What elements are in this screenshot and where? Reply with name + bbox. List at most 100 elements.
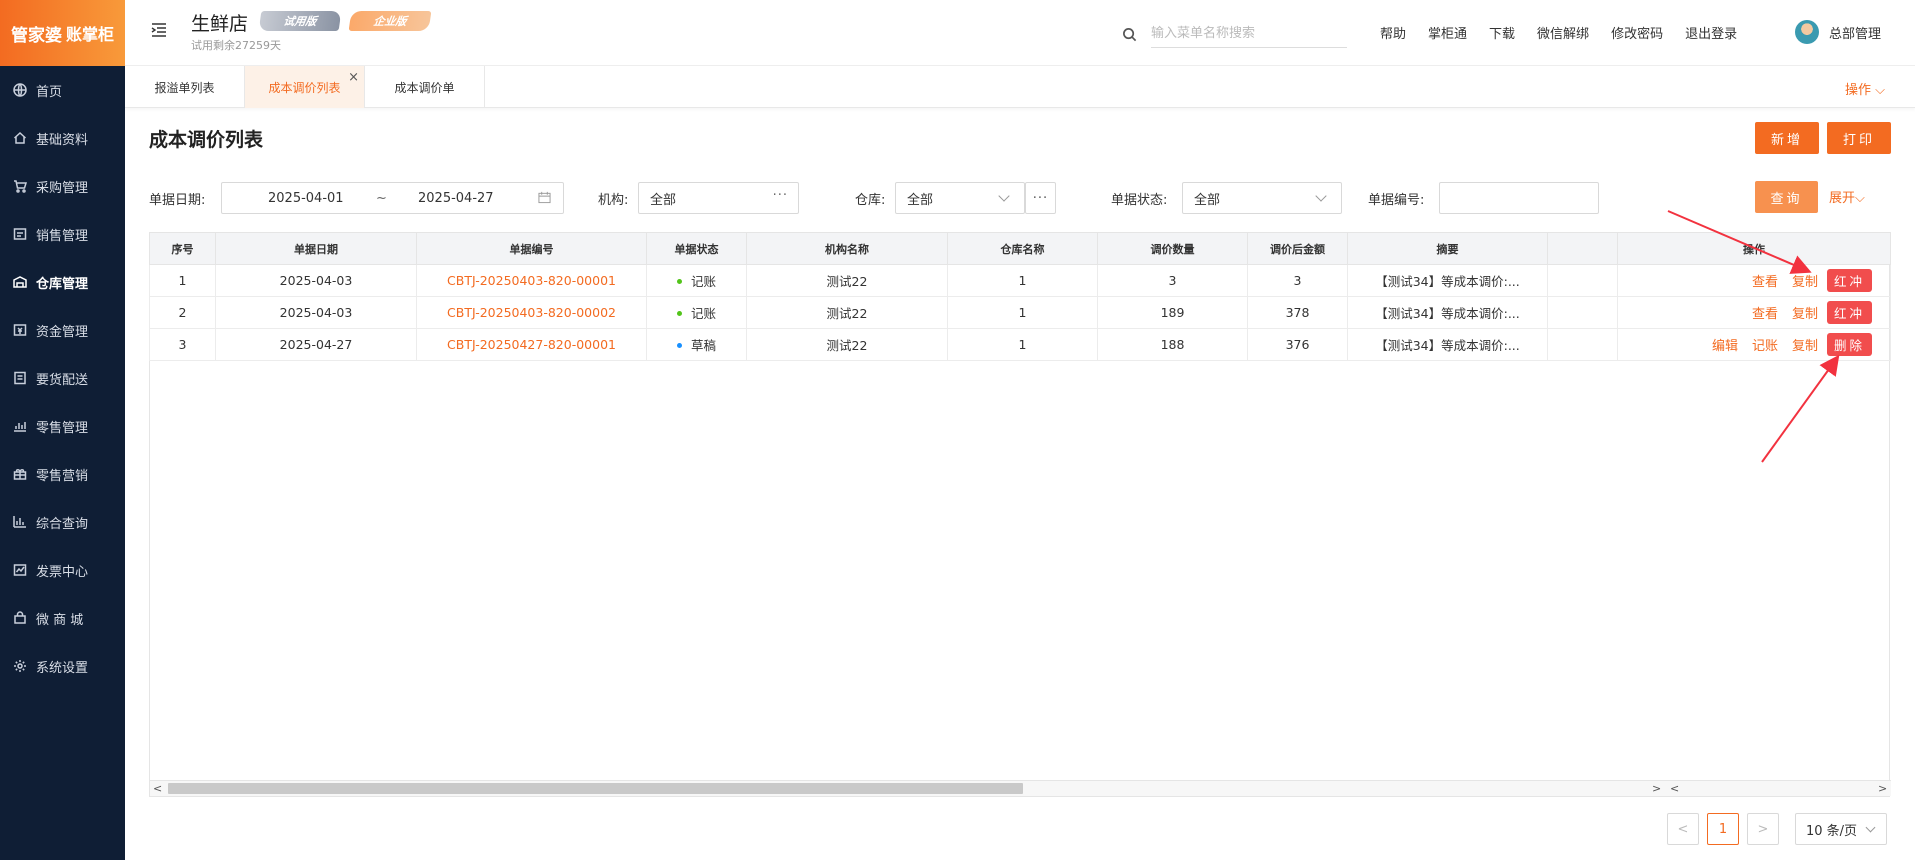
sidebar-item-1[interactable]: 基础资料 [0,114,125,162]
table-header: 序号 单据日期 单据编号 单据状态 机构名称 仓库名称 调价数量 调价后金额 摘要 操作 [149,232,1891,265]
more-icon: ··· [1032,190,1049,206]
sidebar-item-6[interactable]: 要货配送 [0,354,125,402]
query-button[interactable]: 查询 [1755,181,1818,213]
tab-cost-adjust-list[interactable]: 成本调价列表 × [245,66,365,108]
gear-icon [12,658,28,674]
scroll-right-icon[interactable]: > [1878,782,1887,795]
number-field[interactable] [1439,182,1599,214]
header-link-1[interactable]: 掌柜通 [1428,23,1467,42]
org-value: 全部 [650,192,677,208]
tab-cost-adjust-order[interactable]: 成本调价单 [365,66,485,108]
sidebar: 管家婆 账掌柜 首页 基础资料 采购管理 销售管理 仓库管理 资金管理 要货配送 零售管理 零售… [0,0,125,860]
sidebar-item-5[interactable]: 资金管理 [0,306,125,354]
avatar [1795,20,1819,44]
status-select[interactable]: 全部 [1182,182,1342,214]
cell-summary: 【测试34】等成本调价:... [1347,328,1548,361]
tab-overflow-list[interactable]: 报溢单列表 [125,66,245,108]
cell-date: 2025-04-03 [215,296,417,329]
prev-page-button[interactable]: < [1667,813,1699,845]
sidebar-item-label: 零售管理 [36,420,89,436]
warehouse-more-button[interactable]: ··· [1025,182,1056,214]
chevron-down-icon: ⌵ [1855,191,1865,206]
scroll-left-icon[interactable]: < [153,782,162,795]
print-button[interactable]: 打印 [1827,122,1891,154]
row-action-link[interactable]: 查看 [1752,307,1778,322]
sidebar-item-label: 微 商 城 [36,612,84,628]
sidebar-item-0[interactable]: 首页 [0,66,125,114]
cell-warehouse: 1 [947,328,1098,361]
header-link-5[interactable]: 退出登录 [1685,23,1737,42]
header-link-4[interactable]: 修改密码 [1611,23,1663,42]
row-red-reverse-button[interactable]: 红冲 [1826,301,1872,324]
column-header: 仓库名称 [947,232,1098,265]
row-action-link[interactable]: 复制 [1792,339,1818,354]
row-action-link[interactable]: 记账 [1752,339,1778,354]
sidebar-item-11[interactable]: 微 商 城 [0,594,125,642]
row-action-link[interactable]: 复制 [1792,275,1818,290]
horizontal-scrollbar[interactable]: < > < > [150,780,1891,796]
sidebar-item-label: 零售营销 [36,468,89,484]
sidebar-item-4[interactable]: 仓库管理 [0,258,125,306]
cell-actions: 查看 复制 红冲 [1617,296,1891,329]
cell-date: 2025-04-27 [215,328,417,361]
column-header: 操作 [1617,232,1891,265]
scroll-right-icon[interactable]: > [1652,782,1661,795]
scroll-left-icon[interactable]: < [1670,782,1679,795]
cell-no: 1 [149,264,216,297]
date-range-picker[interactable]: 2025-04-01 ~ 2025-04-27 [221,182,564,214]
search-input[interactable] [1151,20,1347,48]
cell-code-link[interactable]: CBTJ-20250403-820-00001 [416,264,647,297]
expand-label: 展开 [1829,191,1856,206]
sidebar-item-10[interactable]: 发票中心 [0,546,125,594]
header: 生鲜店 试用版 企业版 试用剩余27259天 帮助 掌柜通 下载 微信解绑 修改密码 退出… [125,0,1915,66]
invoice-icon [12,562,28,578]
add-button[interactable]: 新增 [1755,122,1819,154]
menu-toggle-icon[interactable] [149,20,169,40]
header-link-3[interactable]: 微信解绑 [1537,23,1589,42]
cell-code-link[interactable]: CBTJ-20250403-820-00002 [416,296,647,329]
user-menu[interactable]: 总部管理 [1795,20,1881,44]
sidebar-item-3[interactable]: 销售管理 [0,210,125,258]
row-action-link[interactable]: 查看 [1752,275,1778,290]
close-icon[interactable]: × [348,70,359,85]
cell-date: 2025-04-03 [215,264,417,297]
cell-code-link[interactable]: CBTJ-20250427-820-00001 [416,328,647,361]
row-action-link[interactable]: 复制 [1792,307,1818,322]
page-size-select[interactable]: 10 条/页 [1795,813,1887,845]
row-delete-button[interactable]: 删除 [1826,333,1872,356]
warehouse-select[interactable]: 全部 [895,182,1025,214]
header-link-0[interactable]: 帮助 [1380,23,1406,42]
data-table: 序号 单据日期 单据编号 单据状态 机构名称 仓库名称 调价数量 调价后金额 摘要 操作 1 202… [149,232,1891,797]
row-action-link[interactable]: 编辑 [1712,339,1738,354]
page-1-button[interactable]: 1 [1707,813,1739,845]
page-size-value: 10 条/页 [1806,823,1858,839]
sidebar-item-2[interactable]: 采购管理 [0,162,125,210]
sidebar-item-8[interactable]: 零售营销 [0,450,125,498]
tab-label: 报溢单列表 [154,80,215,95]
column-header: 调价后金额 [1247,232,1348,265]
cell-status: 草稿 [646,328,747,361]
sidebar-item-label: 首页 [36,84,63,100]
trial-remaining: 试用剩余27259天 [191,39,281,52]
row-red-reverse-button[interactable]: 红冲 [1826,269,1872,292]
header-link-2[interactable]: 下载 [1489,23,1515,42]
ops-dropdown[interactable]: 操作 ⌵ [1845,79,1885,98]
cell-org: 测试22 [746,264,948,297]
search-icon [1123,27,1137,41]
cell-empty [1547,328,1618,361]
expand-link[interactable]: 展开⌵ [1829,187,1865,206]
scrollbar-thumb[interactable] [168,783,1023,794]
next-page-button[interactable]: > [1747,813,1779,845]
sidebar-item-9[interactable]: 综合查询 [0,498,125,546]
sidebar-item-label: 要货配送 [36,372,89,388]
org-select[interactable]: 全部 ··· [638,182,799,214]
cell-status: 记账 [646,264,747,297]
sidebar-item-7[interactable]: 零售管理 [0,402,125,450]
more-icon[interactable]: ··· [773,188,788,203]
store-name: 生鲜店 [191,13,249,35]
header-links: 帮助 掌柜通 下载 微信解绑 修改密码 退出登录 [1380,23,1759,42]
status-dot [676,311,682,316]
sidebar-item-12[interactable]: 系统设置 [0,642,125,690]
warehouse-icon [12,274,28,290]
date-end: 2025-04-27 [418,190,494,206]
